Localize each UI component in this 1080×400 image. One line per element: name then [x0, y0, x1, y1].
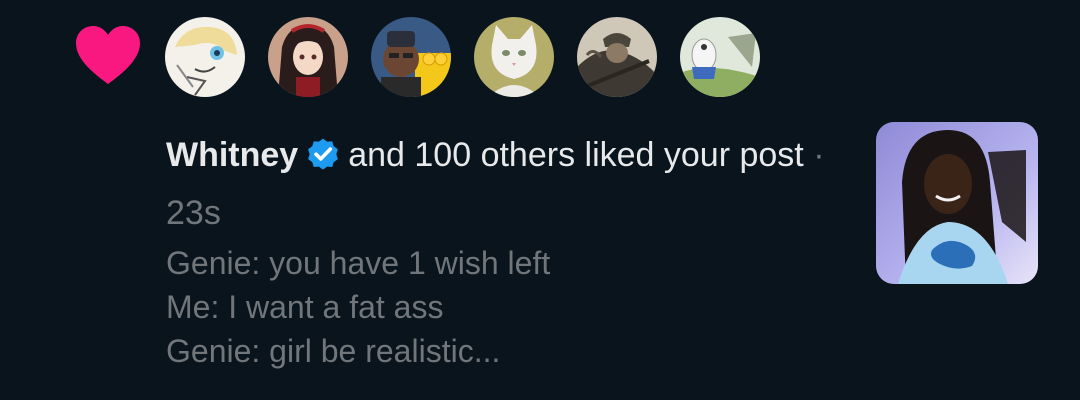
avatar-man-with-emojis[interactable]: [371, 17, 451, 97]
preview-line: Genie: you have 1 wish left: [166, 245, 551, 281]
avatar-cartoon-figure[interactable]: [680, 17, 760, 97]
like-notification[interactable]: Whitney and 100 others liked your post ·…: [0, 0, 1080, 400]
heart-icon: [76, 26, 140, 84]
verified-badge-icon: [308, 138, 339, 170]
meta-separator: ·: [813, 136, 825, 174]
post-preview[interactable]: Genie: you have 1 wish left Me: I want a…: [166, 241, 550, 373]
avatar-white-cat[interactable]: [474, 17, 554, 97]
avatar-soldier[interactable]: [577, 17, 657, 97]
actor-name[interactable]: Whitney: [166, 136, 298, 174]
avatar-cartoon-character[interactable]: [165, 17, 245, 97]
avatar-anime-girl[interactable]: [268, 17, 348, 97]
notification-headline: Whitney and 100 others liked your post ·…: [166, 126, 846, 242]
preview-line: Me: I want a fat ass: [166, 289, 444, 325]
post-media-thumbnail[interactable]: [876, 122, 1038, 284]
timestamp: 23s: [166, 194, 221, 232]
action-text: and 100 others liked your post: [348, 136, 804, 174]
preview-line: Genie: girl be realistic...: [166, 333, 501, 369]
